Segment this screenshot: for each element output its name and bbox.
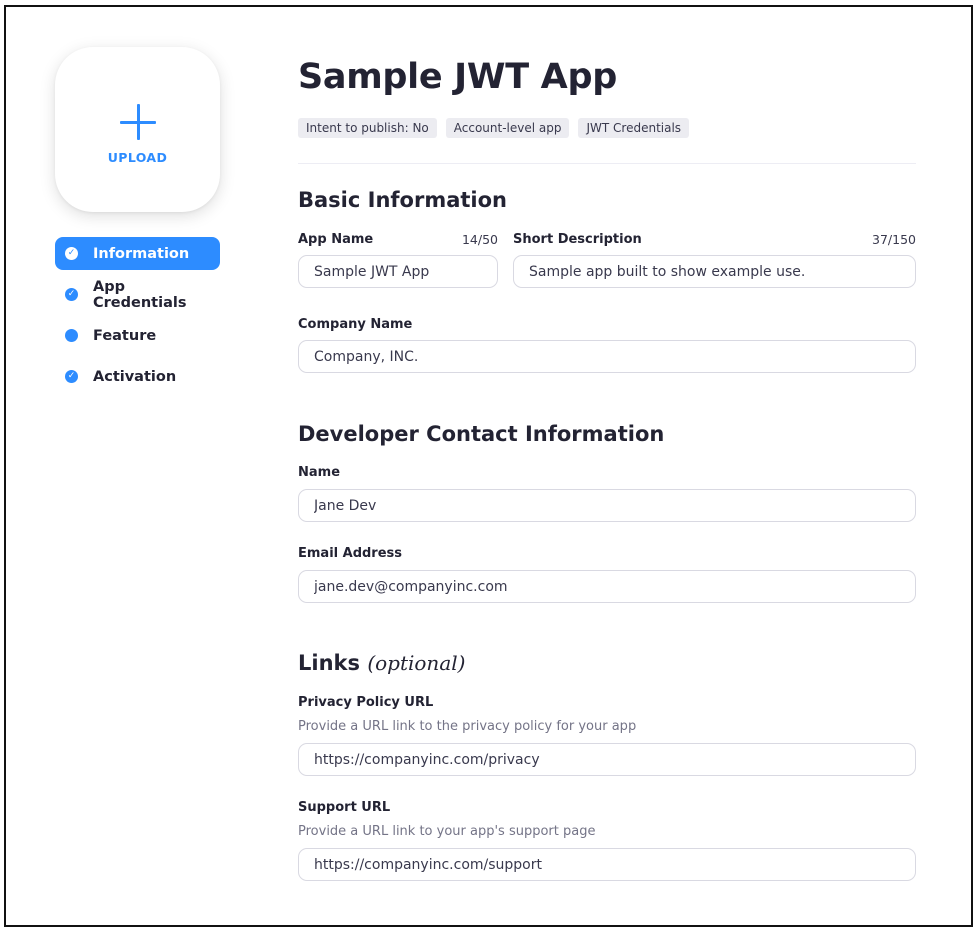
links-optional-label: (optional) bbox=[367, 651, 466, 675]
sidebar-item-label: Feature bbox=[93, 327, 157, 344]
sidebar-item-label: Information bbox=[93, 245, 190, 262]
page-title: Sample JWT App bbox=[298, 57, 617, 97]
company-name-label: Company Name bbox=[298, 317, 413, 332]
credentials-badge: JWT Credentials bbox=[578, 118, 690, 138]
privacy-policy-url-input[interactable] bbox=[298, 743, 916, 776]
links-title: Links (optional) bbox=[298, 651, 465, 675]
upload-label: UPLOAD bbox=[107, 150, 168, 165]
sidebar-item-label: Activation bbox=[93, 368, 177, 385]
sidebar-item-label: App Credentials bbox=[93, 278, 187, 311]
company-name-input[interactable] bbox=[298, 340, 916, 373]
sidebar-item-activation[interactable]: ✓ Activation bbox=[55, 360, 220, 393]
short-description-input[interactable] bbox=[513, 255, 916, 288]
plus-icon bbox=[119, 104, 156, 140]
email-address-input[interactable] bbox=[298, 570, 916, 603]
email-address-label: Email Address bbox=[298, 546, 403, 561]
app-name-counter: 14/50 bbox=[461, 232, 498, 247]
privacy-policy-url-label: Privacy Policy URL bbox=[298, 695, 434, 710]
developer-contact-title: Developer Contact Information bbox=[298, 422, 665, 446]
upload-button[interactable]: UPLOAD bbox=[55, 47, 220, 212]
sidebar-item-information[interactable]: ✓ Information bbox=[55, 237, 220, 270]
check-circle-icon: ✓ bbox=[65, 247, 78, 260]
dot-circle-icon bbox=[65, 329, 78, 342]
sidebar-nav: ✓ Information ✓ App Credentials Feature … bbox=[55, 237, 220, 401]
support-url-label: Support URL bbox=[298, 800, 391, 815]
developer-name-input[interactable] bbox=[298, 489, 916, 522]
app-name-input[interactable] bbox=[298, 255, 498, 288]
support-url-helper: Provide a URL link to your app's support… bbox=[298, 824, 596, 839]
check-circle-icon: ✓ bbox=[65, 288, 78, 301]
support-url-input[interactable] bbox=[298, 848, 916, 881]
short-description-label: Short Description bbox=[513, 232, 642, 247]
privacy-policy-helper: Provide a URL link to the privacy policy… bbox=[298, 719, 637, 734]
basic-info-title: Basic Information bbox=[298, 188, 507, 212]
header-divider bbox=[298, 163, 916, 164]
sidebar-item-feature[interactable]: Feature bbox=[55, 319, 220, 352]
sidebar-item-app-credentials[interactable]: ✓ App Credentials bbox=[55, 278, 220, 311]
check-circle-icon: ✓ bbox=[65, 370, 78, 383]
short-description-counter: 37/150 bbox=[872, 232, 916, 247]
app-name-label: App Name bbox=[298, 232, 374, 247]
badge-group: Intent to publish: No Account-level app … bbox=[298, 118, 690, 138]
intent-to-publish-badge: Intent to publish: No bbox=[298, 118, 437, 138]
links-title-text: Links bbox=[298, 651, 360, 675]
developer-name-label: Name bbox=[298, 465, 341, 480]
app-type-badge: Account-level app bbox=[445, 118, 570, 138]
